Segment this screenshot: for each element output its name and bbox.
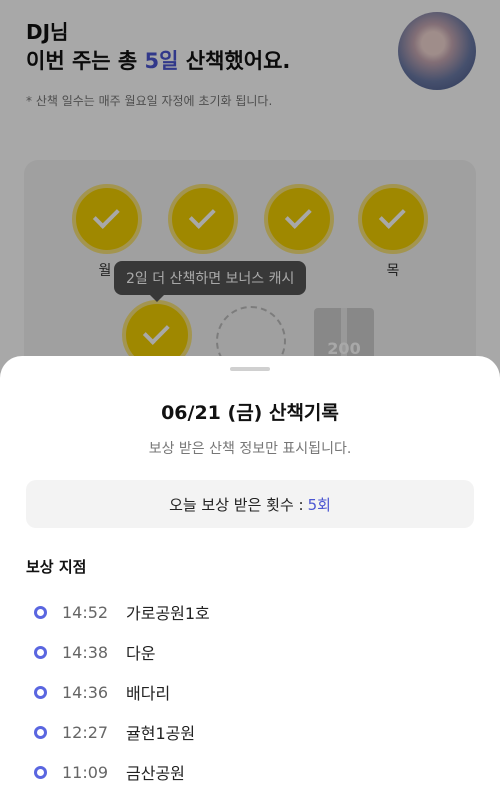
record-place: 귤현1공원 [126, 724, 196, 743]
location-dot-icon [34, 605, 47, 619]
list-item: 14:38 다운 [34, 632, 474, 672]
record-place: 다운 [126, 644, 156, 663]
reward-count-label: 오늘 보상 받은 횟수 : [169, 495, 304, 514]
record-time: 11:09 [62, 762, 109, 782]
reward-count-value: 5회 [307, 495, 331, 514]
list-item: 14:36 배다리 [34, 672, 474, 712]
reward-count-box: 오늘 보상 받은 횟수 : 5회 [26, 480, 474, 528]
section-title: 보상 지점 [26, 558, 87, 576]
record-place: 금산공원 [126, 764, 185, 783]
record-place: 배다리 [126, 684, 171, 703]
record-time: 14:36 [62, 682, 109, 702]
sheet-title: 06/21 (금) 산책기록 [161, 402, 339, 424]
sheet-handle[interactable] [230, 367, 270, 371]
record-time: 14:38 [62, 642, 109, 662]
location-dot-icon [34, 645, 47, 659]
record-place: 가로공원1호 [126, 604, 210, 623]
sheet-subtitle: 보상 받은 산책 정보만 표시됩니다. [148, 441, 352, 457]
list-item: 14:52 가로공원1호 [34, 592, 474, 632]
location-dot-icon [34, 765, 47, 779]
list-item: 12:27 귤현1공원 [34, 712, 474, 752]
walk-record-sheet: 06/21 (금) 산책기록 보상 받은 산책 정보만 표시됩니다. 오늘 보상… [0, 356, 500, 796]
record-time: 12:27 [62, 722, 109, 742]
location-dot-icon [34, 685, 47, 699]
list-item: 11:09 금산공원 [34, 752, 474, 792]
location-dot-icon [34, 725, 47, 739]
reward-location-list: 14:52 가로공원1호 14:38 다운 14:36 배다리 12:27 귤현1공원 … [34, 592, 474, 792]
record-time: 14:52 [62, 602, 109, 622]
